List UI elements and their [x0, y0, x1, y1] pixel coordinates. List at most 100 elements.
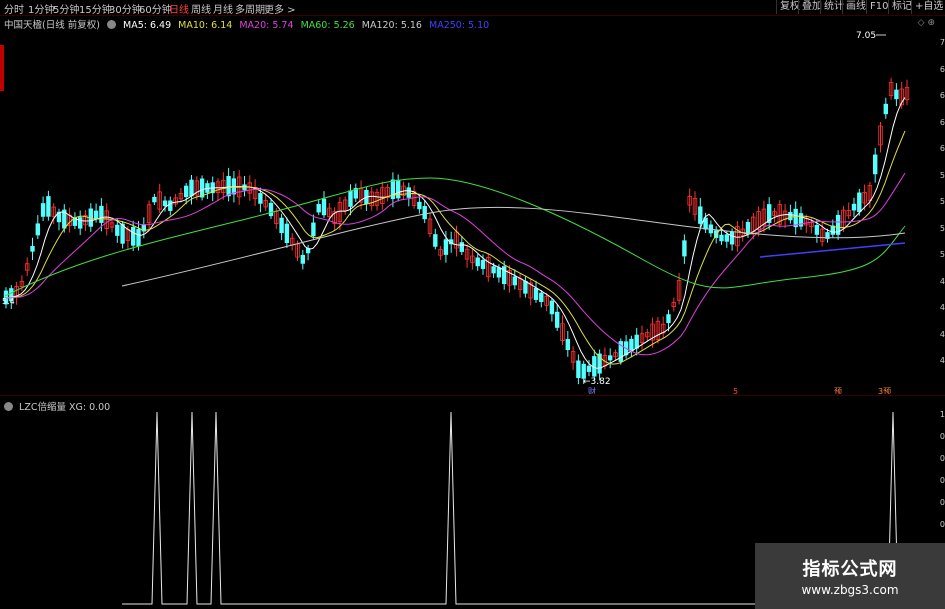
price-axis-tick: 6 — [939, 64, 945, 74]
candle-body — [745, 221, 751, 235]
period-tab-daily[interactable]: 日线 — [169, 1, 189, 16]
candle-body — [565, 339, 570, 351]
candle-body — [475, 257, 480, 267]
candle-body — [348, 190, 353, 207]
candle-body — [268, 202, 274, 217]
candle-body — [300, 254, 305, 264]
candle-body — [682, 240, 687, 257]
forecast-marker-2: 3预 — [878, 386, 891, 394]
add-watchlist-button[interactable]: +自选 — [911, 0, 945, 14]
candlestick-chart[interactable]: 7.05 ←3.82 5.4 财 5 预 3预 — [0, 28, 925, 394]
candle-body — [433, 234, 438, 247]
indicator-axis-tick: 1 — [939, 410, 945, 419]
candle-body — [406, 187, 411, 198]
high-price-label: 7.05 — [856, 31, 876, 41]
candle-body — [634, 334, 639, 349]
event-marker: 5 — [733, 387, 738, 394]
forecast-marker: 预 — [834, 386, 842, 394]
candle-body — [629, 338, 634, 352]
draw-line-button[interactable]: 画线 — [842, 0, 869, 14]
candle-body — [549, 300, 555, 315]
candle-body — [130, 226, 136, 246]
period-tab-weekly[interactable]: 周线 — [191, 1, 211, 16]
pane-separator — [0, 395, 945, 396]
candle-body — [78, 217, 83, 229]
ma120-line — [121, 206, 906, 287]
price-axis-tick: 5 — [939, 170, 945, 180]
price-axis-tick: 4 — [939, 303, 945, 312]
candle-body — [666, 314, 671, 324]
candle-body — [93, 210, 99, 220]
indicator-axis-tick: 0 — [939, 520, 945, 529]
candle-body — [724, 234, 729, 242]
price-axis-tick: 5 — [939, 223, 945, 233]
watermark: 指标公式网 www.zbgs3.com — [755, 543, 945, 609]
candle-body — [183, 185, 189, 198]
price-axis-tick: 7 — [939, 38, 945, 47]
candle-body — [35, 223, 40, 236]
candle-body — [162, 200, 168, 207]
candle-body — [189, 179, 194, 197]
candle-body — [443, 239, 449, 255]
price-axis-tick: 4 — [939, 276, 945, 286]
candle-body — [321, 198, 327, 216]
candle-body — [136, 228, 141, 247]
indicator-axis-tick: 0 — [939, 476, 945, 485]
period-tab-5min[interactable]: 5分钟 — [53, 1, 79, 16]
candle-body — [533, 287, 539, 300]
ma250-line — [759, 242, 906, 258]
candle-body — [788, 212, 793, 221]
period-tab-30min[interactable]: 30分钟 — [109, 1, 142, 16]
period-tab-60min[interactable]: 60分钟 — [139, 1, 172, 16]
low-price-label: ←3.82 — [583, 377, 611, 387]
candle-body — [316, 204, 321, 213]
period-tab-more[interactable]: 更多 > — [264, 1, 296, 16]
candle-body — [729, 231, 735, 245]
candle-body — [539, 292, 544, 303]
candle-body — [417, 201, 422, 210]
candle-body — [814, 225, 820, 235]
candle-body — [115, 224, 120, 236]
candle-body — [851, 203, 857, 211]
candle-body — [523, 280, 528, 294]
candle-body — [496, 267, 502, 278]
candle-body — [459, 242, 464, 252]
candle-body — [226, 176, 231, 197]
candle-body — [199, 178, 205, 198]
candle-body — [46, 196, 51, 217]
period-tab-multi[interactable]: 多周期 — [235, 1, 265, 16]
candle-body — [422, 206, 427, 220]
candle-body — [512, 276, 517, 286]
candle-body — [395, 179, 401, 199]
candle-body — [555, 311, 560, 328]
finance-marker: 财 — [588, 386, 596, 394]
left-price-label: 5.4 — [2, 297, 15, 306]
candle-body — [168, 200, 173, 211]
price-axis-tick: 5 — [939, 197, 945, 206]
candle-body — [576, 360, 581, 379]
candle-body — [883, 103, 888, 115]
candle-body — [873, 154, 878, 175]
candle-body — [99, 205, 104, 223]
candle-body — [152, 196, 157, 203]
period-tab-monthly[interactable]: 月线 — [213, 1, 233, 16]
period-toolbar: 分时 1分钟 5分钟 15分钟 30分钟 60分钟 日线 周线 月线 多周期 更… — [0, 0, 945, 16]
chart-options-icon[interactable]: ◇ ⊕ — [918, 18, 935, 28]
period-tab-15min[interactable]: 15分钟 — [79, 1, 112, 16]
candle-body — [491, 266, 496, 274]
price-axis-tick: 4 — [939, 329, 945, 339]
candle-body — [719, 234, 724, 242]
candle-body — [586, 365, 592, 372]
indicator-axis-tick: 0 — [939, 432, 945, 441]
ma20-line — [4, 172, 906, 356]
candle-body — [793, 208, 798, 228]
candle-body — [30, 246, 35, 252]
candle-body — [40, 203, 46, 217]
candle-body — [279, 217, 284, 234]
period-tab-1min[interactable]: 1分钟 — [28, 1, 54, 16]
candle-body — [608, 355, 613, 361]
period-tab-intraday[interactable]: 分时 — [4, 1, 24, 16]
price-axis-tick: 6 — [939, 91, 945, 100]
watermark-title: 指标公式网 — [802, 559, 898, 580]
indicator-axis-tick: 0 — [939, 498, 945, 507]
